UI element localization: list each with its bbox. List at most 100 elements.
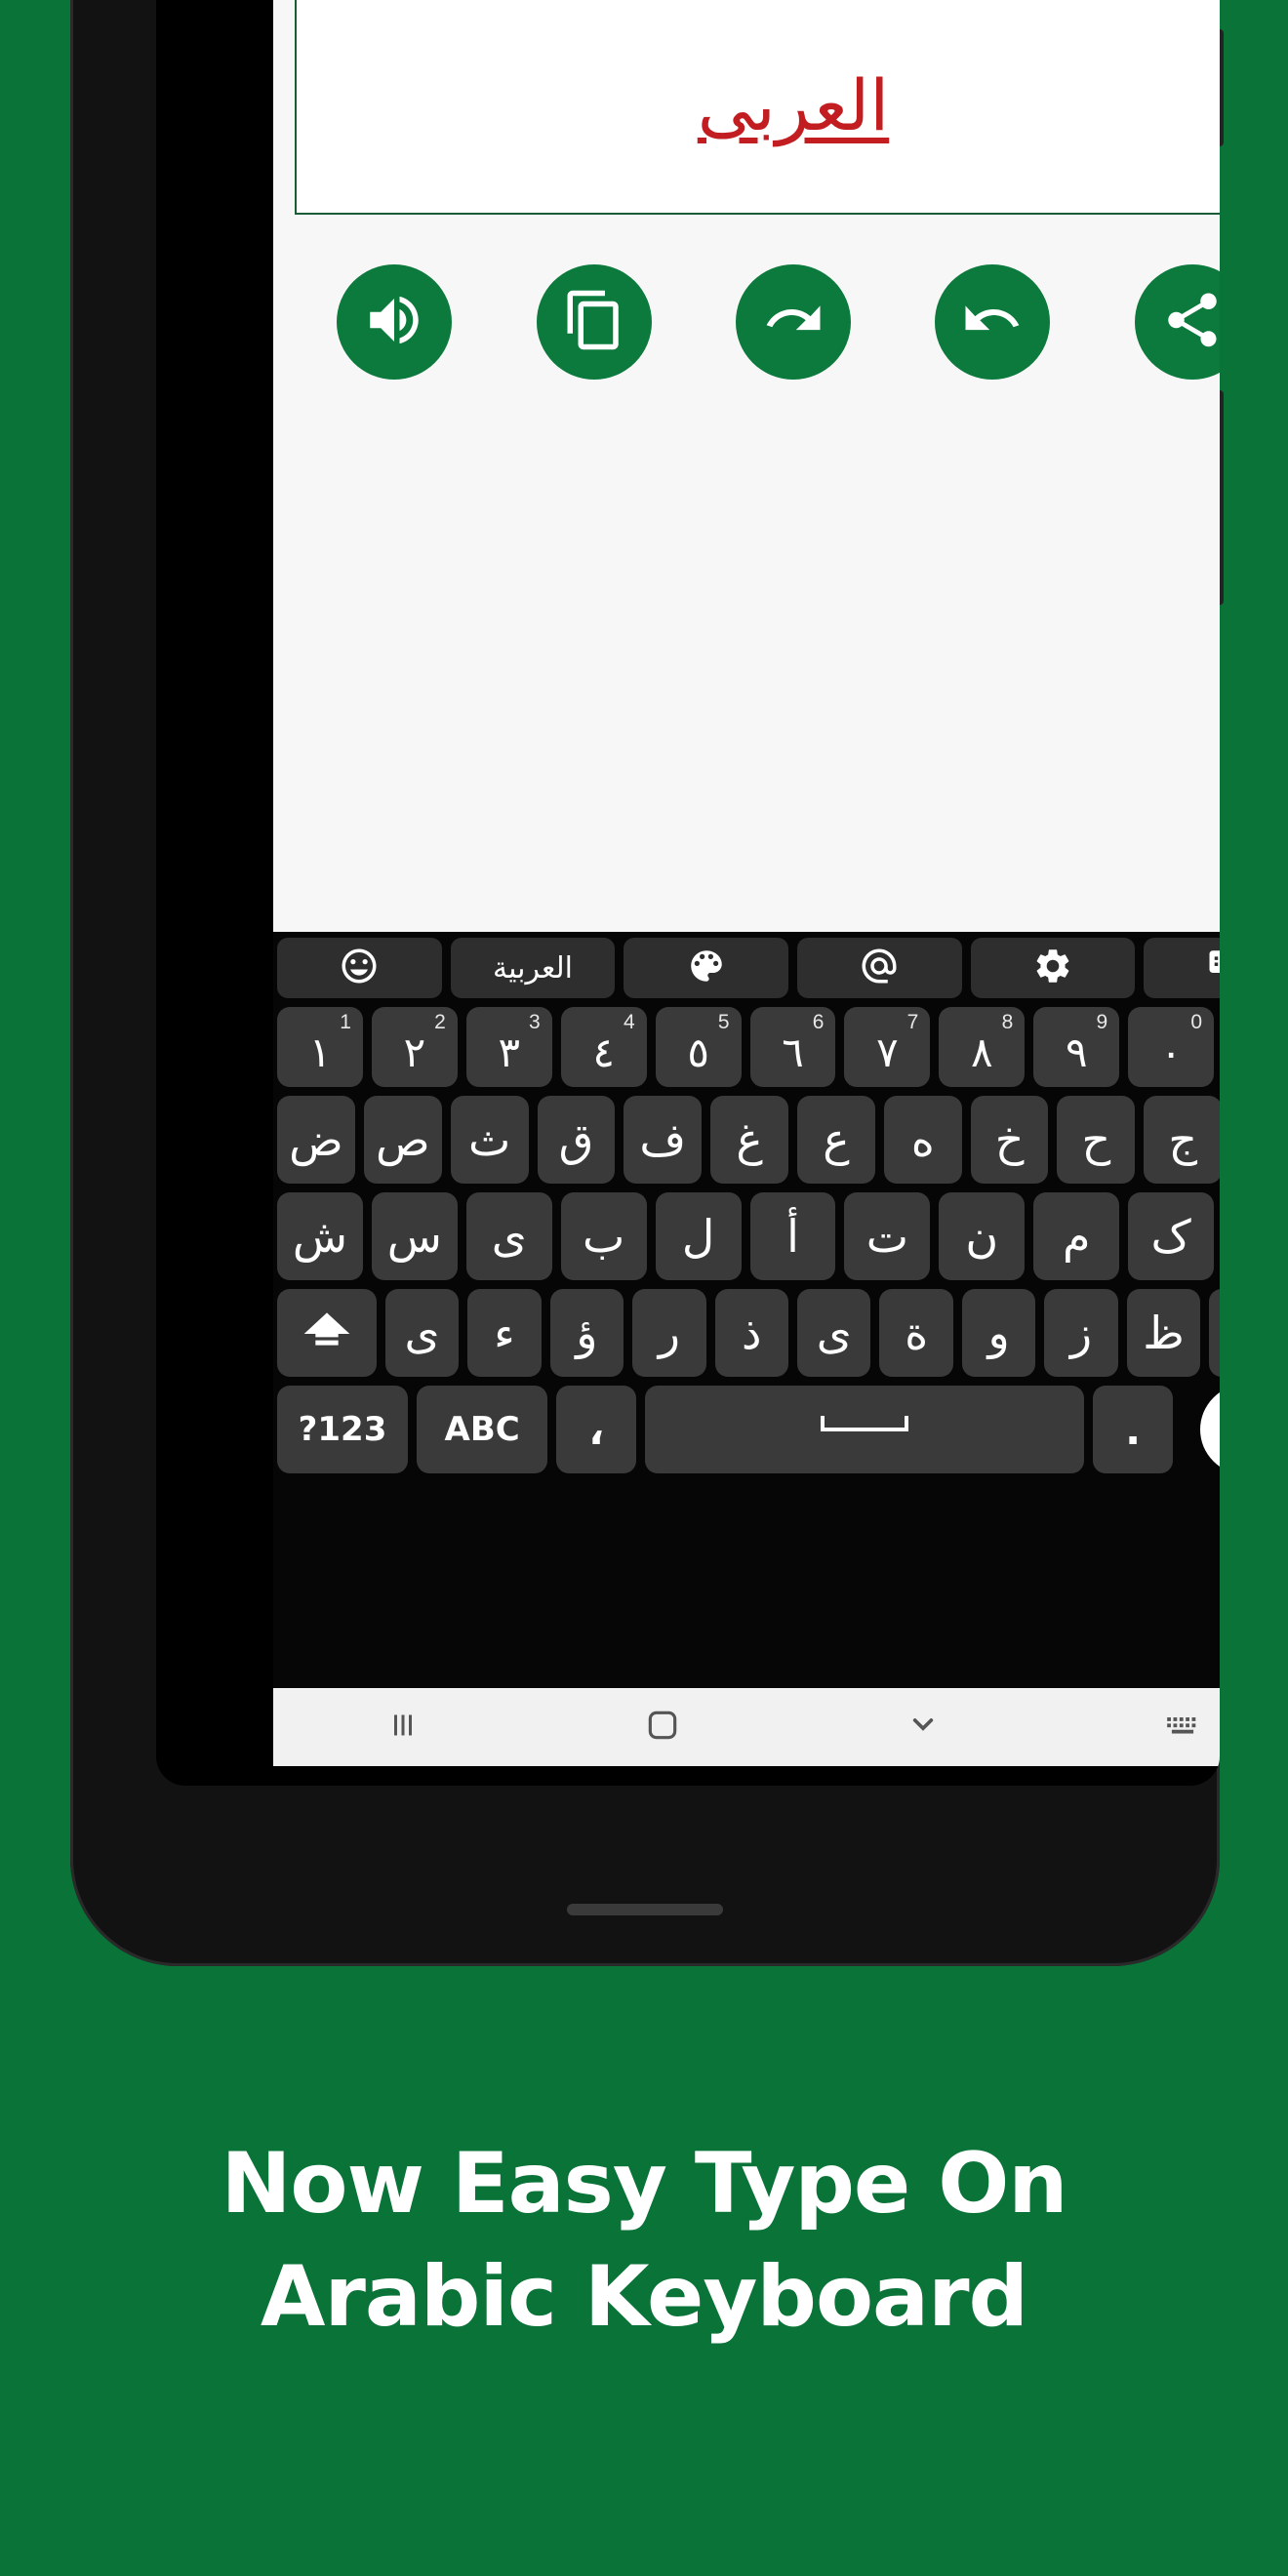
enter-key[interactable] [1182, 1385, 1220, 1474]
key-thal[interactable]: ذ [714, 1289, 788, 1377]
key-kaf[interactable]: ک [1128, 1192, 1215, 1280]
key-ta[interactable]: ت [844, 1192, 931, 1280]
text-display-card[interactable]: العربى [295, 0, 1220, 215]
keyboard-switcher-button[interactable] [1124, 1698, 1220, 1756]
key-noon[interactable]: ن [939, 1192, 1026, 1280]
promo-tagline: Now Easy Type On Arabic Keyboard [0, 2127, 1288, 2354]
arabic-keyboard: العربية 1 ١ 2 ٢ 3 ٣ 4 ٤ 5 ٥ 6 ٦ 7 ٧ 8 ٨ … [273, 932, 1220, 1766]
language-key[interactable]: العربية [450, 938, 616, 998]
recents-button[interactable] [344, 1698, 462, 1756]
redo-button[interactable] [735, 264, 851, 380]
key-9-superscript: 9 [1096, 1011, 1108, 1033]
key-2-superscript: 2 [434, 1011, 446, 1033]
key-ghain[interactable]: غ [710, 1096, 788, 1184]
typed-text: العربى [697, 63, 890, 146]
keyboard-letter-row-1: ض ص ث ق ف غ ع ه خ ح ج د [277, 1096, 1220, 1184]
keyboard-number-row: 1١ 2٢ 3٣ 4٤ 5٥ 6٦ 7٧ 8٨ 9٩ 0٠ الله [277, 1007, 1220, 1087]
copy-button[interactable] [536, 264, 652, 380]
key-ya-2[interactable]: ی [797, 1289, 871, 1377]
key-hah[interactable]: ح [1057, 1096, 1136, 1184]
content-area [273, 405, 1220, 932]
shift-icon [301, 1307, 353, 1359]
key-3-superscript: 3 [529, 1011, 541, 1033]
action-button-row [295, 239, 1220, 405]
key-zah[interactable]: ظ [1126, 1289, 1201, 1377]
space-key[interactable] [645, 1386, 1085, 1473]
period-key[interactable]: . [1093, 1386, 1174, 1473]
android-nav-bar [273, 1688, 1220, 1766]
key-4[interactable]: 4٤ [560, 1007, 647, 1087]
key-seen[interactable]: س [371, 1192, 458, 1280]
home-button[interactable] [604, 1698, 721, 1756]
key-3[interactable]: 3٣ [465, 1007, 552, 1087]
key-5[interactable]: 5٥ [655, 1007, 742, 1087]
key-ain[interactable]: ع [797, 1096, 875, 1184]
key-sad[interactable]: ص [363, 1096, 442, 1184]
recents-icon [385, 1708, 421, 1748]
key-7[interactable]: 7٧ [844, 1007, 931, 1087]
key-jeem[interactable]: ج [1144, 1096, 1220, 1184]
keyboard-bottom-row: ?123 ABC ، . [277, 1385, 1220, 1474]
key-alef-hamza[interactable]: أ [749, 1192, 836, 1280]
abc-key[interactable]: ABC [417, 1386, 548, 1473]
key-ha[interactable]: ه [883, 1096, 962, 1184]
key-1-superscript: 1 [340, 1011, 351, 1033]
comma-key[interactable]: ، [556, 1386, 637, 1473]
keyboard-down-icon [1206, 946, 1220, 990]
promo-line-2: Arabic Keyboard [260, 2248, 1028, 2347]
key-6[interactable]: 6٦ [749, 1007, 836, 1087]
key-5-superscript: 5 [717, 1011, 730, 1033]
key-tha[interactable]: ث [450, 1096, 529, 1184]
key-3-label: ٣ [498, 1027, 521, 1076]
keyboard-letter-row-3: ی ء ؤ ر ذ ی ة و ز ظ [276, 1289, 1220, 1377]
speak-button[interactable] [337, 264, 453, 380]
key-ra[interactable]: ر [632, 1289, 706, 1377]
key-kha[interactable]: خ [970, 1096, 1049, 1184]
speaker-icon [362, 288, 426, 357]
home-icon [644, 1707, 681, 1749]
key-alef-maqsura[interactable]: ی [384, 1289, 460, 1377]
space-bar-icon [821, 1416, 909, 1431]
shift-key[interactable] [276, 1289, 377, 1377]
key-0[interactable]: 0٠ [1128, 1007, 1215, 1087]
key-8-label: ٨ [971, 1027, 993, 1076]
key-meem[interactable]: م [1033, 1192, 1120, 1280]
key-waw[interactable]: و [961, 1289, 1036, 1377]
key-8[interactable]: 8٨ [939, 1007, 1026, 1087]
back-button[interactable] [865, 1698, 982, 1756]
key-hamza[interactable]: ء [467, 1289, 542, 1377]
theme-key[interactable] [624, 938, 788, 998]
key-ta-marbuta[interactable]: ة [879, 1289, 953, 1377]
key-qaf[interactable]: ق [537, 1096, 616, 1184]
redo-icon [761, 288, 825, 357]
key-2-label: ٢ [403, 1027, 426, 1076]
settings-key[interactable] [970, 938, 1136, 998]
symbols-key[interactable]: ?123 [277, 1386, 409, 1473]
key-ba[interactable]: ب [560, 1192, 647, 1280]
key-zain[interactable]: ز [1044, 1289, 1118, 1377]
key-sheen[interactable]: ش [277, 1192, 363, 1280]
share-button[interactable] [1134, 264, 1220, 380]
key-fa[interactable]: ف [624, 1096, 703, 1184]
arrow-right-icon [1200, 1385, 1220, 1474]
key-ya[interactable]: ی [465, 1192, 552, 1280]
hide-keyboard-key[interactable] [1144, 938, 1220, 998]
emoji-key[interactable] [276, 938, 442, 998]
app-screen: العربى العربية 1 ١ 2 ٢ 3 ٣ 4 ٤ 5 ٥ 6 ٦ 7… [273, 0, 1220, 1766]
key-9[interactable]: 9٩ [1033, 1007, 1120, 1087]
copy-icon [562, 288, 626, 357]
at-key[interactable] [797, 938, 962, 998]
home-indicator [567, 1904, 723, 1915]
key-2[interactable]: 2٢ [371, 1007, 458, 1087]
key-1[interactable]: 1١ [277, 1007, 363, 1087]
key-7-label: ٧ [876, 1027, 899, 1076]
undo-button[interactable] [935, 264, 1051, 380]
backspace-key[interactable] [1209, 1289, 1220, 1377]
key-6-superscript: 6 [812, 1011, 825, 1033]
keyboard-toolbar: العربية [276, 938, 1220, 998]
key-lam[interactable]: ل [655, 1192, 742, 1280]
smiley-icon [339, 946, 380, 990]
key-8-superscript: 8 [1001, 1011, 1014, 1033]
key-dad[interactable]: ض [277, 1096, 355, 1184]
key-waw-hamza[interactable]: ؤ [549, 1289, 624, 1377]
